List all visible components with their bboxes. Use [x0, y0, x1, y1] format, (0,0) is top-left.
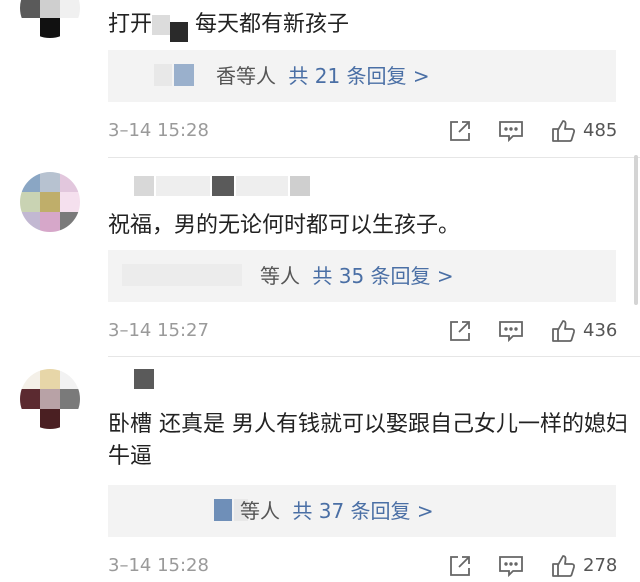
- comment-text: 祝福，男的无论何时都可以生孩子。: [108, 213, 461, 238]
- divider: [108, 356, 640, 357]
- comment-button[interactable]: [496, 551, 526, 581]
- replies-summary[interactable]: 等人 共 35 条回复 >: [260, 262, 454, 290]
- thumbs-up-icon: [552, 555, 576, 577]
- avatar[interactable]: [20, 369, 80, 429]
- comment-text: 打开 每天都有新孩子: [108, 8, 628, 42]
- like-count: 436: [583, 320, 618, 341]
- replies-count-link[interactable]: 共 35 条回复 >: [312, 264, 453, 288]
- replies-box[interactable]: 等人 共 37 条回复 >: [108, 485, 616, 537]
- comment-meta: 3–14 15:27 436: [108, 316, 620, 346]
- comment-icon: [499, 121, 523, 143]
- redaction-blur: [170, 22, 189, 42]
- comment-meta: 3–14 15:28 278: [108, 551, 620, 581]
- share-button[interactable]: [445, 316, 475, 346]
- comment-text: 卧槽 还真是 男人有钱就可以娶跟自己女儿一样的媳妇 牛逼: [108, 412, 628, 469]
- comment-button[interactable]: [496, 116, 526, 146]
- like-count: 278: [583, 555, 618, 576]
- redaction-blur: [152, 15, 171, 35]
- like-count: 485: [583, 120, 618, 141]
- like-button[interactable]: [548, 551, 578, 581]
- replies-summary[interactable]: 等人 共 37 条回复 >: [240, 497, 434, 525]
- thumbs-up-icon: [552, 320, 576, 342]
- timestamp: 3–14 15:28: [108, 120, 209, 141]
- avatar[interactable]: [20, 172, 80, 232]
- share-icon: [450, 121, 470, 141]
- comment-meta: 3–14 15:28 485: [108, 116, 620, 146]
- comment-icon: [499, 321, 523, 343]
- timestamp: 3–14 15:27: [108, 320, 209, 341]
- comment-icon: [499, 556, 523, 578]
- share-icon: [450, 321, 470, 341]
- scrollbar[interactable]: [634, 155, 638, 305]
- thumbs-up-icon: [552, 120, 576, 142]
- replier-name-blur: [122, 264, 242, 286]
- share-button[interactable]: [445, 551, 475, 581]
- replies-summary[interactable]: 香等人 共 21 条回复 >: [216, 62, 430, 90]
- like-button[interactable]: [548, 316, 578, 346]
- replies-box[interactable]: 香等人 共 21 条回复 >: [108, 50, 616, 102]
- share-icon: [450, 556, 470, 576]
- share-button[interactable]: [445, 116, 475, 146]
- divider: [108, 157, 640, 158]
- timestamp: 3–14 15:28: [108, 555, 209, 576]
- avatar[interactable]: [20, 0, 80, 38]
- replier-name-blur: [154, 64, 194, 86]
- replies-count-link[interactable]: 共 21 条回复 >: [288, 64, 429, 88]
- username-blur[interactable]: [134, 369, 154, 389]
- comment-button[interactable]: [496, 316, 526, 346]
- username-blur[interactable]: [134, 176, 310, 196]
- like-button[interactable]: [548, 116, 578, 146]
- replies-box[interactable]: 等人 共 35 条回复 >: [108, 250, 616, 302]
- replies-count-link[interactable]: 共 37 条回复 >: [292, 499, 433, 523]
